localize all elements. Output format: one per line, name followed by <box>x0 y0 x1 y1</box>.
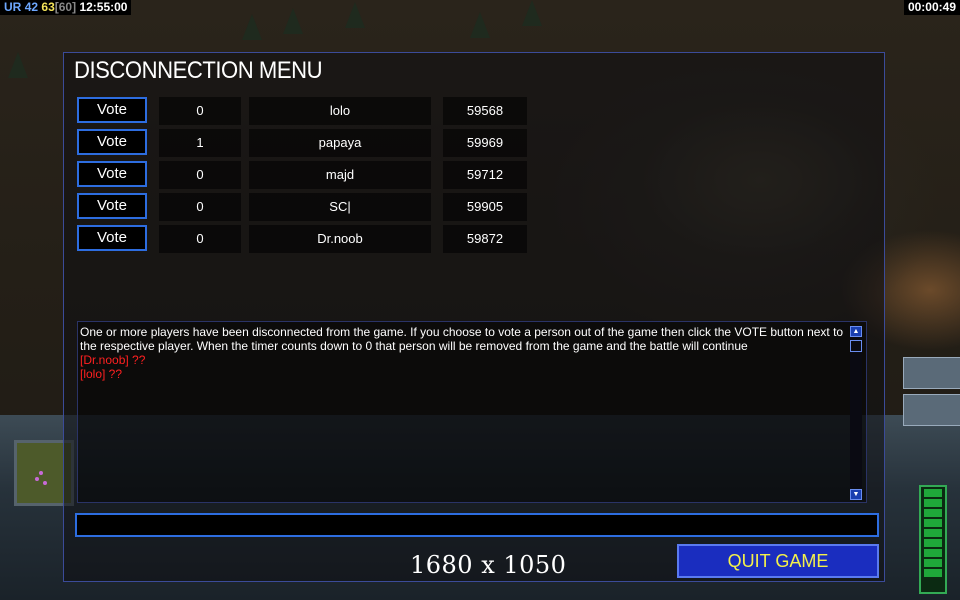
quit-game-button[interactable]: QUIT GAME <box>677 544 879 578</box>
clock: 12:55:00 <box>79 0 128 14</box>
ur-label: UR <box>4 0 22 14</box>
ur-value: 42 <box>24 0 39 14</box>
tree <box>8 52 28 78</box>
chat-input[interactable] <box>75 513 879 537</box>
chat-line: [lolo] ?? <box>80 367 123 381</box>
vote-button[interactable]: Vote <box>77 225 147 251</box>
tree <box>470 12 490 38</box>
player-timeout: 59712 <box>443 161 527 189</box>
power-meter <box>919 485 947 594</box>
tree <box>345 2 365 28</box>
player-timeout: 59905 <box>443 193 527 221</box>
player-timeout: 59969 <box>443 129 527 157</box>
vote-button[interactable]: Vote <box>77 161 147 187</box>
chat-line: [Dr.noob] ?? <box>80 353 146 367</box>
disconnect-info-text: One or more players have been disconnect… <box>80 325 844 353</box>
game-timer: 00:00:49 <box>903 0 960 15</box>
minimap-unit-marker <box>35 477 39 481</box>
player-name: papaya <box>249 129 431 157</box>
scroll-thumb[interactable] <box>850 340 862 352</box>
performance-readout: UR 42 63[60] 12:55:00 <box>0 0 132 15</box>
fps-cap: [60] <box>54 0 77 14</box>
minimap-unit-marker <box>39 471 43 475</box>
vote-count: 1 <box>159 129 241 157</box>
minimap-unit-marker <box>43 481 47 485</box>
tree <box>242 14 262 40</box>
vote-button[interactable]: Vote <box>77 193 147 219</box>
resolution-caption: 1680 x 1050 <box>410 551 567 579</box>
tree <box>283 8 303 34</box>
player-name: majd <box>249 161 431 189</box>
player-name: Dr.noob <box>249 225 431 253</box>
player-name: lolo <box>249 97 431 125</box>
message-scrollbar[interactable]: ▲ ▼ <box>850 326 862 500</box>
player-timeout: 59872 <box>443 225 527 253</box>
vote-button[interactable]: Vote <box>77 97 147 123</box>
vote-count: 0 <box>159 97 241 125</box>
dialog-title: DISCONNECTION MENU <box>74 57 323 84</box>
vote-count: 0 <box>159 193 241 221</box>
message-log[interactable]: One or more players have been disconnect… <box>77 321 867 503</box>
unit-portrait[interactable] <box>903 394 960 426</box>
vote-button[interactable]: Vote <box>77 129 147 155</box>
disconnection-dialog: DISCONNECTION MENU Vote 0 lolo 59568 Vot… <box>63 52 885 582</box>
player-name: SC| <box>249 193 431 221</box>
player-timeout: 59568 <box>443 97 527 125</box>
vote-count: 0 <box>159 161 241 189</box>
vote-count: 0 <box>159 225 241 253</box>
fps-value: 63 <box>41 0 55 14</box>
tree <box>522 0 542 26</box>
scroll-up-icon[interactable]: ▲ <box>850 326 862 337</box>
unit-portrait[interactable] <box>903 357 960 389</box>
scroll-down-icon[interactable]: ▼ <box>850 489 862 500</box>
